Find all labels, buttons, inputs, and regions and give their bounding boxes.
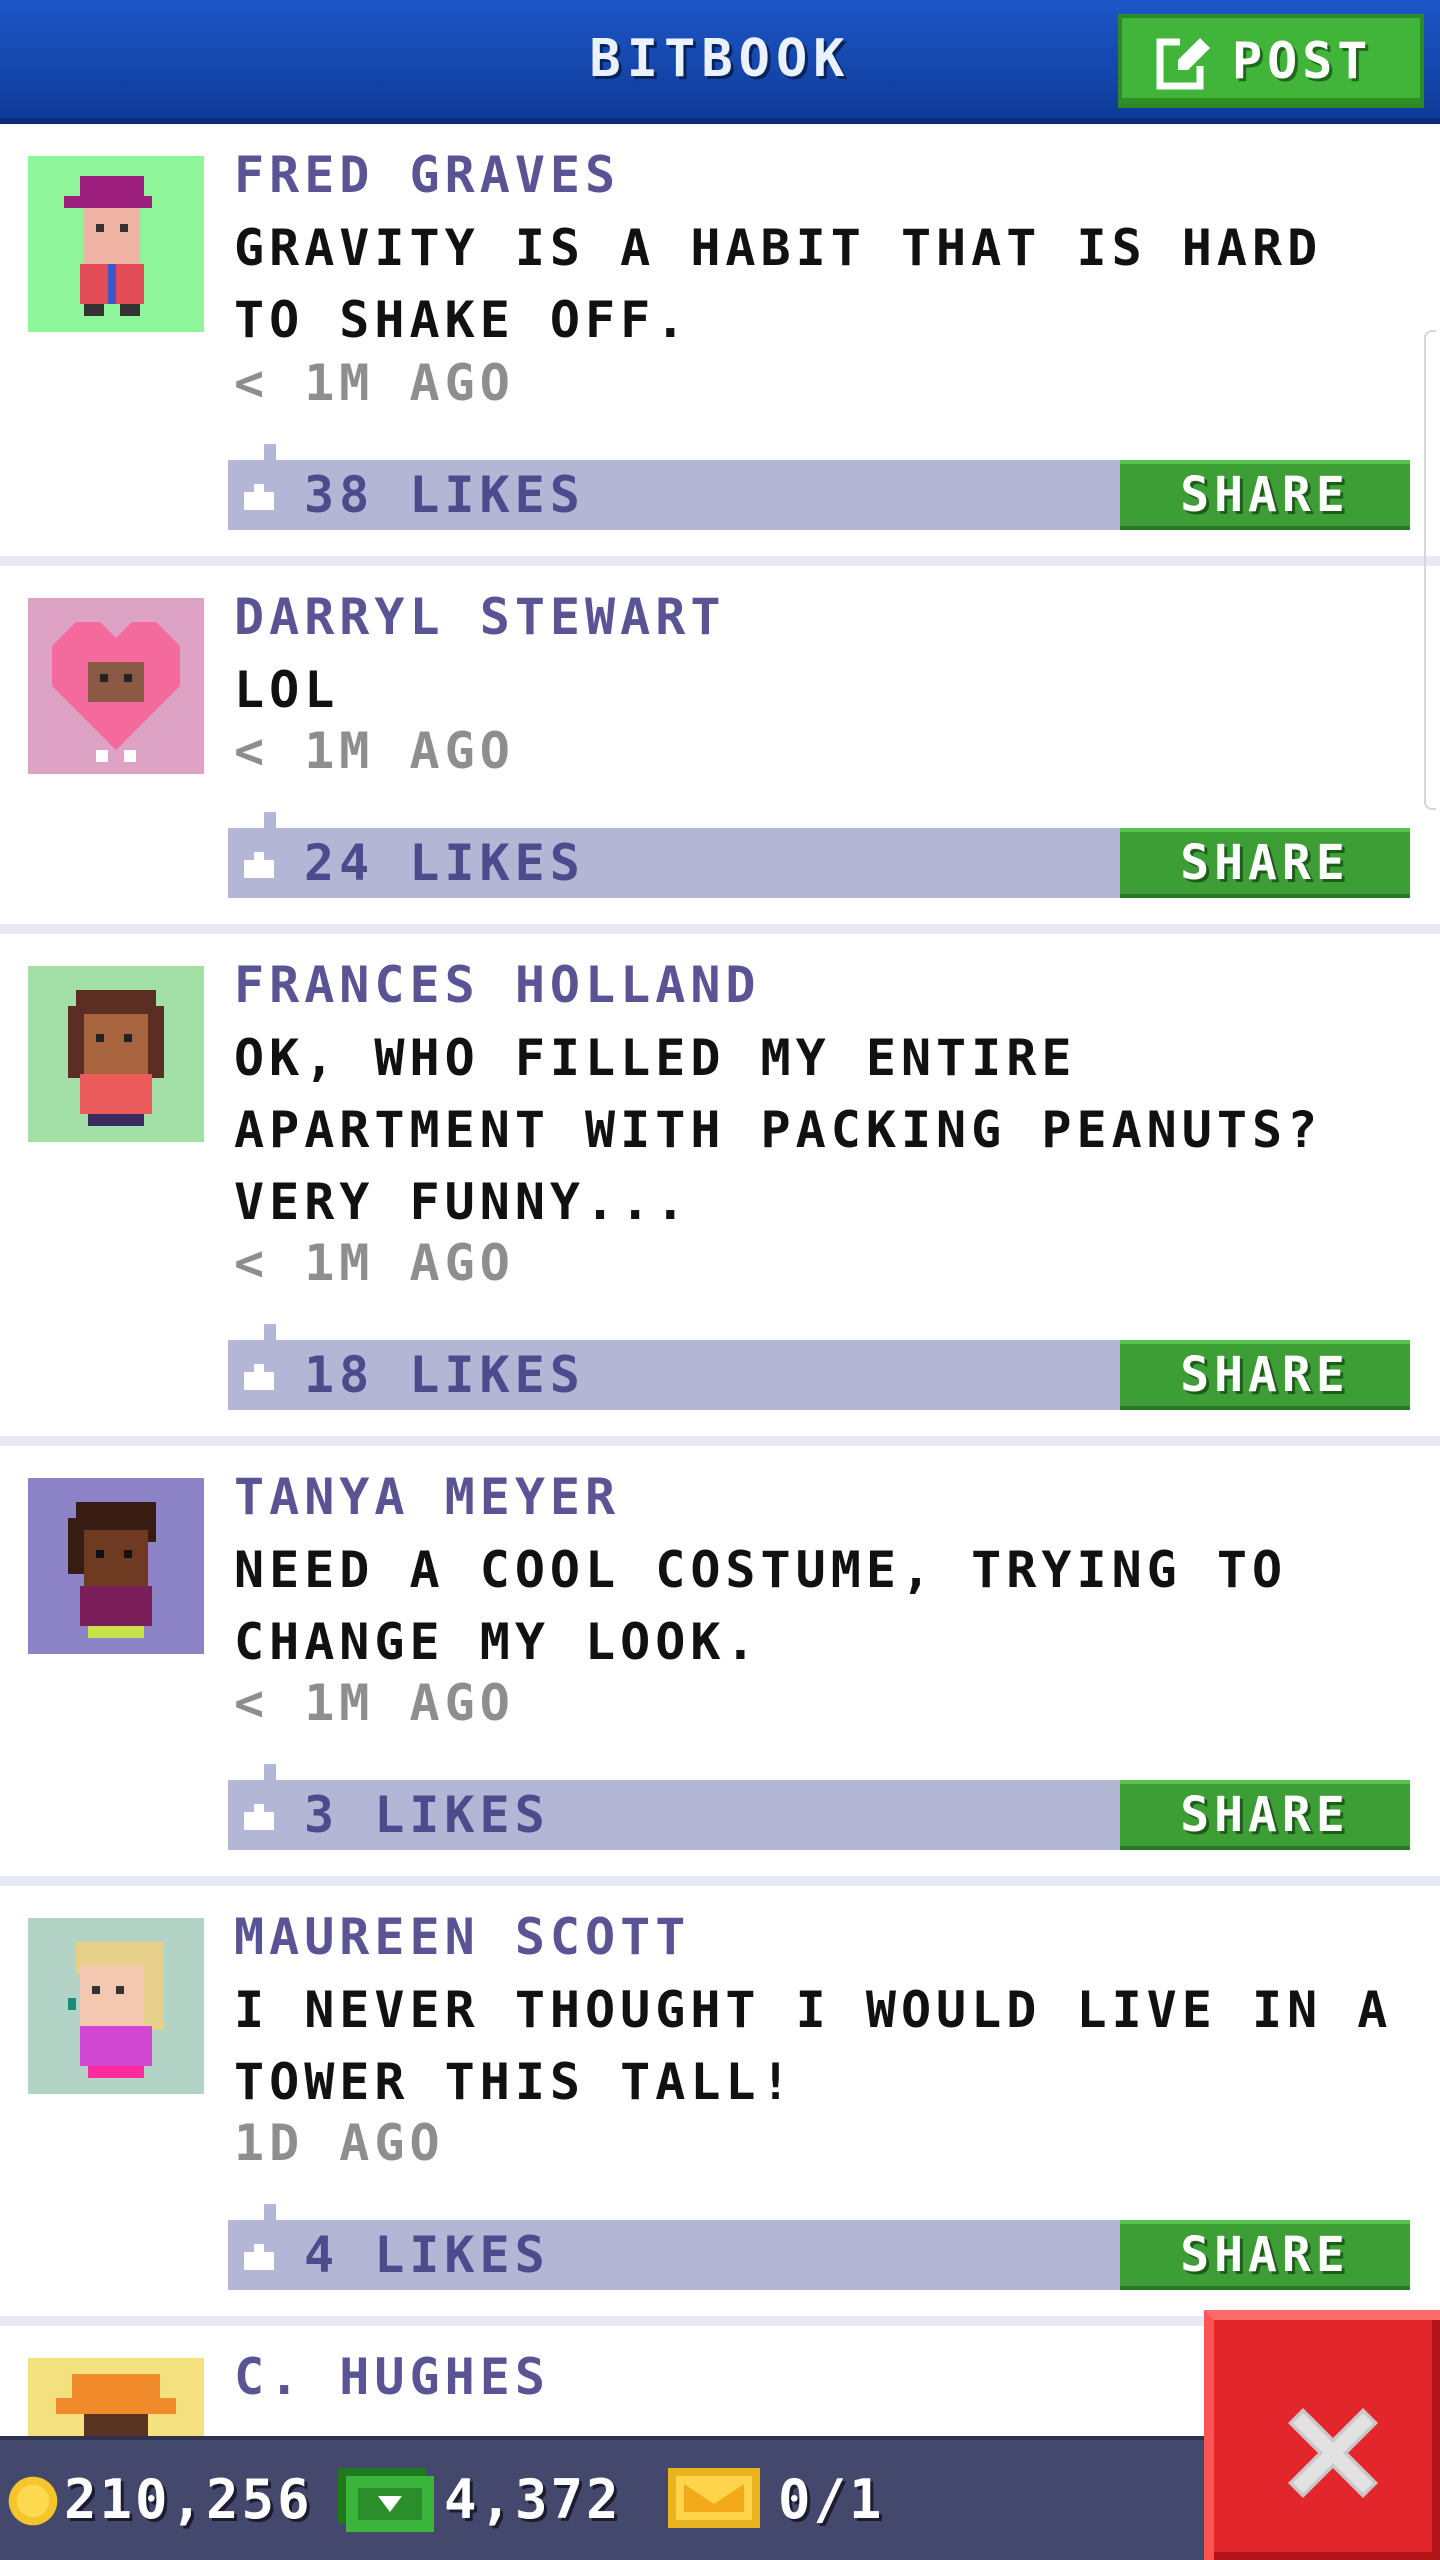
share-button[interactable]: SHARE	[1120, 1340, 1410, 1410]
like-bar-tab	[264, 444, 276, 460]
author-name[interactable]: C. HUGHES	[234, 2348, 550, 2406]
thumbs-up-icon[interactable]	[244, 480, 274, 510]
like-bar-tab	[264, 2204, 276, 2220]
share-button[interactable]: SHARE	[1120, 1780, 1410, 1850]
coins-value: 210,256	[64, 2468, 313, 2531]
thumbs-up-icon[interactable]	[244, 1360, 274, 1390]
author-name[interactable]: MAUREEN SCOTT	[234, 1908, 690, 1966]
like-count: 3 LIKES	[304, 1786, 550, 1844]
divider	[0, 556, 1440, 566]
bux-stat: 4,372	[334, 2440, 654, 2560]
share-button[interactable]: SHARE	[1120, 460, 1410, 530]
like-count: 18 LIKES	[304, 1346, 585, 1404]
author-name[interactable]: DARRYL STEWART	[234, 588, 725, 646]
coins-stat: 210,256	[0, 2440, 320, 2560]
like-bar: 3 LIKES SHARE	[228, 1764, 1410, 1850]
avatar	[28, 1478, 204, 1654]
like-bar: 4 LIKES SHARE	[228, 2204, 1410, 2290]
feed[interactable]: FRED GRAVES GRAVITY IS A HABIT THAT IS H…	[0, 124, 1440, 2436]
post-message: OK, WHO FILLED MY ENTIRE APARTMENT WITH …	[234, 1029, 1323, 1231]
edit-icon	[1156, 36, 1210, 90]
post-time: 1D AGO	[234, 2114, 445, 2172]
like-count: 38 LIKES	[304, 466, 585, 524]
post-button[interactable]: POST	[1118, 14, 1424, 108]
coin-icon	[8, 2476, 58, 2526]
header-bar: BITBOOK POST	[0, 0, 1440, 124]
post-time: < 1M AGO	[234, 1674, 515, 1732]
bux-icon	[338, 2468, 434, 2532]
thumbs-up-icon[interactable]	[244, 848, 274, 878]
like-bar: 24 LIKES SHARE	[228, 812, 1410, 898]
close-icon	[1288, 2408, 1378, 2498]
divider	[0, 1876, 1440, 1886]
avatar	[28, 966, 204, 1142]
share-button[interactable]: SHARE	[1120, 2220, 1410, 2290]
avatar	[28, 2358, 204, 2436]
like-count: 24 LIKES	[304, 834, 585, 892]
post-time: < 1M AGO	[234, 1234, 515, 1292]
thumbs-up-icon[interactable]	[244, 2240, 274, 2270]
divider	[0, 1436, 1440, 1446]
like-bar-tab	[264, 1764, 276, 1780]
like-bar-tab	[264, 1324, 276, 1340]
like-bar-tab	[264, 812, 276, 828]
like-bar: 18 LIKES SHARE	[228, 1324, 1410, 1410]
post-message: GRAVITY IS A HABIT THAT IS HARD TO SHAKE…	[234, 219, 1323, 349]
post-message: I NEVER THOUGHT I WOULD LIVE IN A TOWER …	[234, 1981, 1393, 2111]
tickets-value: 0/1	[778, 2468, 885, 2531]
divider	[0, 924, 1440, 934]
ticket-icon	[668, 2468, 760, 2528]
thumbs-up-icon[interactable]	[244, 1800, 274, 1830]
share-button[interactable]: SHARE	[1120, 828, 1410, 898]
post-time: < 1M AGO	[234, 354, 515, 412]
post-message: LOL	[234, 661, 340, 719]
close-button[interactable]	[1204, 2310, 1440, 2560]
author-name[interactable]: FRED GRAVES	[234, 146, 620, 204]
scroll-indicator	[1424, 330, 1436, 810]
author-name[interactable]: TANYA MEYER	[234, 1468, 620, 1526]
like-count: 4 LIKES	[304, 2226, 550, 2284]
tickets-stat: 0/1	[666, 2440, 926, 2560]
avatar	[28, 1918, 204, 2094]
like-bar: 38 LIKES SHARE	[228, 444, 1410, 530]
avatar	[28, 598, 204, 774]
author-name[interactable]: FRANCES HOLLAND	[234, 956, 761, 1014]
post-time: < 1M AGO	[234, 722, 515, 780]
post-button-label: POST	[1232, 32, 1373, 90]
avatar	[28, 156, 204, 332]
post-message: NEED A COOL COSTUME, TRYING TO CHANGE MY…	[234, 1541, 1288, 1671]
bux-value: 4,372	[444, 2468, 622, 2531]
